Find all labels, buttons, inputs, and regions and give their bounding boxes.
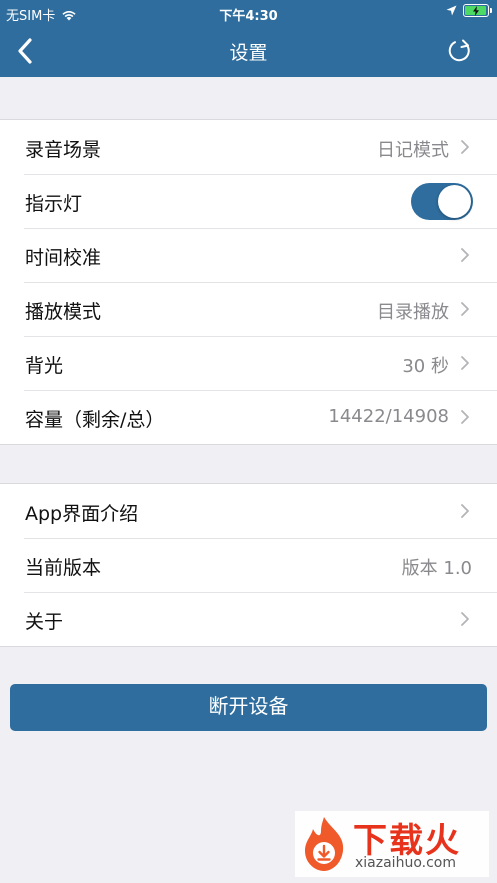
settings-group-device: 录音场景 日记模式 指示灯 时间校准 播放模式 目录播放 背光 30 秒 容量（…: [0, 119, 497, 445]
setting-row-indicator-light: 指示灯: [0, 174, 497, 228]
setting-row-capacity[interactable]: 容量（剩余/总） 14422/14908: [0, 390, 497, 444]
setting-value: 14422/14908: [328, 406, 449, 427]
battery-charging-icon: [463, 4, 492, 17]
chevron-right-icon: [461, 612, 469, 626]
disconnect-device-button[interactable]: 断开设备: [10, 684, 487, 731]
status-time: 下午4:30: [219, 9, 278, 24]
location-arrow-icon: [446, 5, 457, 16]
setting-row-about[interactable]: 关于: [0, 592, 497, 646]
setting-value: 30 秒: [402, 356, 449, 377]
page-title: 设置: [229, 42, 268, 64]
setting-label: 关于: [25, 611, 64, 633]
chevron-right-icon: [461, 356, 469, 370]
chevron-right-icon: [461, 140, 469, 154]
setting-value: 日记模式: [377, 140, 449, 161]
flame-logo-icon: [305, 817, 344, 871]
watermark-domain: xiazaihuo.com: [355, 855, 456, 871]
setting-label: 容量（剩余/总）: [25, 409, 165, 431]
chevron-right-icon: [461, 504, 469, 518]
setting-value: 目录播放: [377, 302, 449, 323]
setting-label: 背光: [25, 355, 64, 377]
navigation-bar: 设置: [0, 26, 497, 77]
setting-label: 时间校准: [25, 247, 102, 269]
chevron-right-icon: [461, 410, 469, 424]
chevron-right-icon: [461, 302, 469, 316]
setting-row-backlight[interactable]: 背光 30 秒: [0, 336, 497, 390]
setting-label: App界面介绍: [25, 503, 139, 525]
setting-row-time-calibration[interactable]: 时间校准: [0, 228, 497, 282]
toggle-knob: [438, 185, 471, 218]
setting-row-current-version: 当前版本 版本 1.0: [0, 538, 497, 592]
refresh-button[interactable]: [443, 34, 477, 68]
setting-label: 指示灯: [25, 193, 83, 215]
setting-label: 当前版本: [25, 557, 102, 579]
setting-value: 版本 1.0: [401, 558, 472, 579]
setting-row-app-intro[interactable]: App界面介绍: [0, 484, 497, 538]
settings-group-app: App界面介绍 当前版本 版本 1.0 关于: [0, 483, 497, 647]
setting-row-playback-mode[interactable]: 播放模式 目录播放: [0, 282, 497, 336]
refresh-icon: [448, 39, 470, 62]
setting-row-recording-scene[interactable]: 录音场景 日记模式: [0, 120, 497, 174]
indicator-light-toggle[interactable]: [411, 183, 473, 220]
watermark: 下载火 xiazaihuo.com: [295, 811, 489, 877]
header: 无SIM卡 下午4:30 设置: [0, 0, 497, 77]
status-right: [446, 4, 492, 17]
status-bar: 无SIM卡 下午4:30: [0, 0, 497, 26]
setting-label: 录音场景: [25, 139, 102, 161]
chevron-right-icon: [461, 248, 469, 262]
setting-label: 播放模式: [25, 301, 102, 323]
